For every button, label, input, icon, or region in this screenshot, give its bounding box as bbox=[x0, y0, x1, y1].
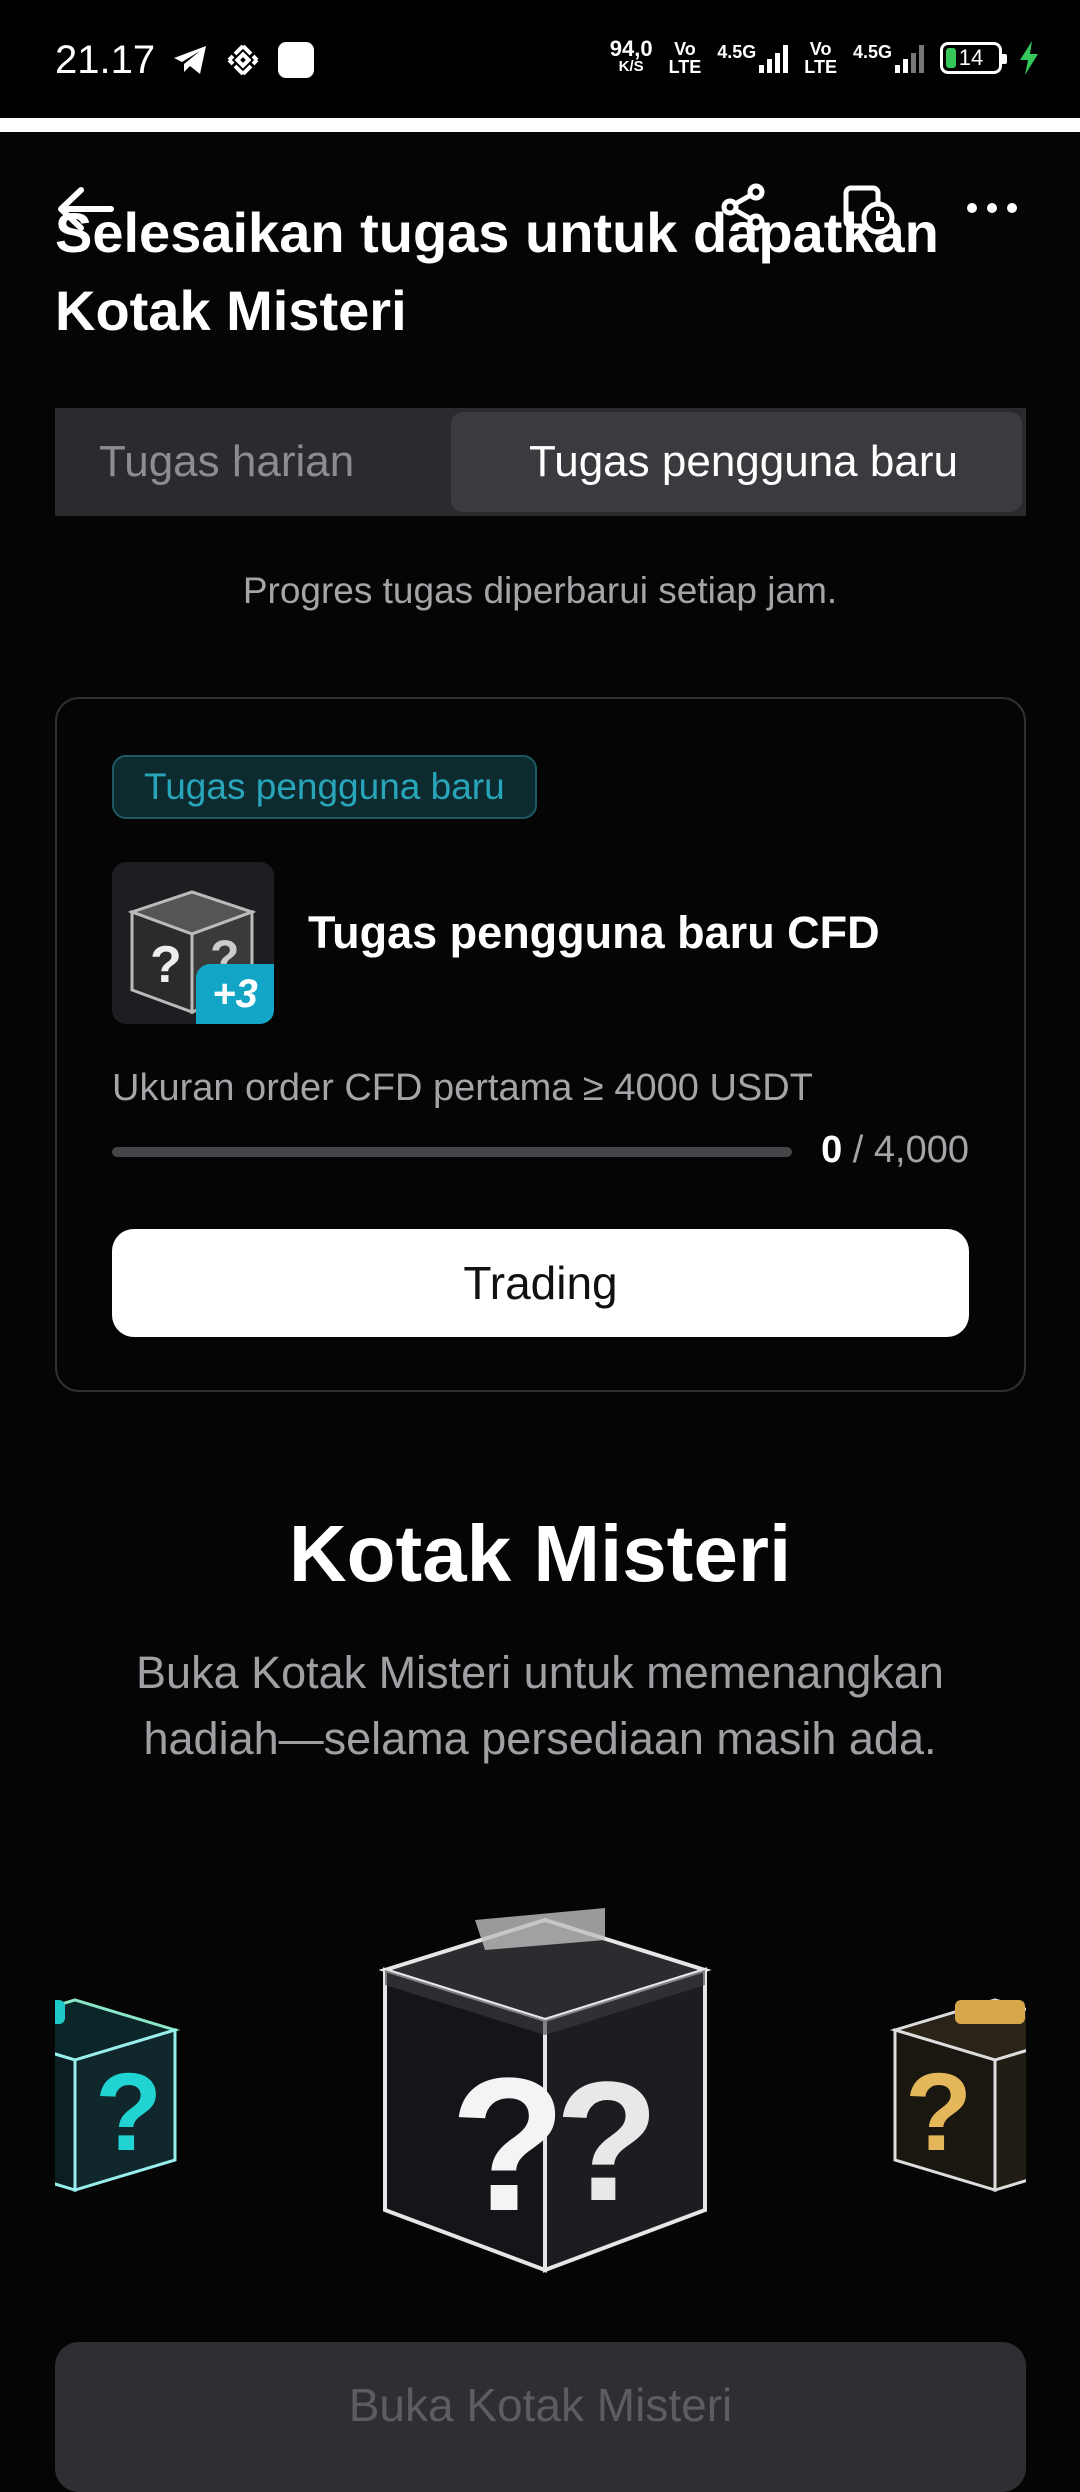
history-icon[interactable] bbox=[842, 182, 896, 236]
binance-icon bbox=[227, 44, 259, 76]
more-icon[interactable] bbox=[964, 198, 1020, 218]
mystery-box-title: Kotak Misteri bbox=[288, 1509, 792, 1598]
white-mystery-box[interactable]: ? ? bbox=[355, 1880, 735, 2280]
tab-new-user-tasks[interactable]: Tugas pengguna baru bbox=[451, 412, 1022, 512]
svg-text:?: ? bbox=[150, 936, 182, 994]
svg-text:?: ? bbox=[450, 2039, 566, 2251]
sim2-volte: Vo LTE bbox=[804, 39, 837, 77]
back-arrow-icon[interactable] bbox=[55, 184, 115, 234]
tab-daily-tasks[interactable]: Tugas harian bbox=[59, 412, 451, 512]
status-right: 94,0 K/S Vo LTE 4.5G Vo LTE 4.5G 14 bbox=[609, 36, 1040, 77]
task-card: Tugas pengguna baru ? ? +3 Tugas penggun… bbox=[55, 697, 1026, 1392]
svg-text:?: ? bbox=[95, 2051, 162, 2174]
mystery-box-thumbnail: ? ? +3 bbox=[112, 862, 274, 1024]
signal-icon bbox=[895, 43, 924, 73]
telegram-icon bbox=[174, 46, 206, 74]
task-condition: Ukuran order CFD pertama ≥ 4000 USDT bbox=[112, 1067, 813, 1109]
progress-bar bbox=[112, 1147, 792, 1157]
gold-mystery-box[interactable]: ? bbox=[865, 1960, 1026, 2220]
notification-icons bbox=[172, 42, 314, 78]
page-title: Selesaikan tugas untuk dapatkan Kotak Mi… bbox=[55, 201, 939, 342]
task-tabs: Tugas harian Tugas pengguna baru bbox=[55, 408, 1026, 516]
open-mystery-box-button[interactable]: Buka Kotak Misteri bbox=[55, 2342, 1026, 2492]
mystery-box-description: Buka Kotak Misteri untuk memenangkan had… bbox=[136, 1647, 944, 1764]
mystery-box-carousel[interactable]: ? ? ? ? bbox=[55, 1880, 1026, 2300]
app-square-icon bbox=[278, 42, 314, 78]
share-icon[interactable] bbox=[718, 182, 768, 232]
status-divider bbox=[0, 118, 1080, 132]
svg-text:?: ? bbox=[905, 2051, 972, 2174]
net-speed: 94,0 K/S bbox=[609, 36, 653, 76]
progress-text: 0 / 4,000 bbox=[821, 1129, 969, 1171]
signal-icon bbox=[759, 43, 789, 73]
reward-count-badge: +3 bbox=[196, 964, 274, 1024]
sim1-signal: 4.5G bbox=[717, 43, 789, 73]
task-category-badge: Tugas pengguna baru bbox=[112, 755, 537, 819]
svg-text:?: ? bbox=[555, 2047, 659, 2237]
status-bar: 21.17 94,0 K/S Vo LTE 4.5G Vo LTE 4.5G 1… bbox=[0, 0, 1080, 118]
teal-mystery-box[interactable]: ? bbox=[55, 1960, 205, 2220]
task-title: Tugas pengguna baru CFD bbox=[308, 907, 880, 958]
sim1-volte: Vo LTE bbox=[668, 39, 702, 77]
trading-button[interactable]: Trading bbox=[112, 1229, 969, 1337]
battery-icon: 14 bbox=[940, 42, 1007, 74]
progress-hint: Progres tugas diperbarui setiap jam. bbox=[242, 570, 838, 611]
charging-icon bbox=[1020, 41, 1038, 75]
sim2-signal: 4.5G bbox=[853, 43, 924, 73]
status-time: 21.17 bbox=[55, 38, 156, 82]
header: Selesaikan tugas untuk dapatkan Kotak Mi… bbox=[0, 132, 1080, 362]
